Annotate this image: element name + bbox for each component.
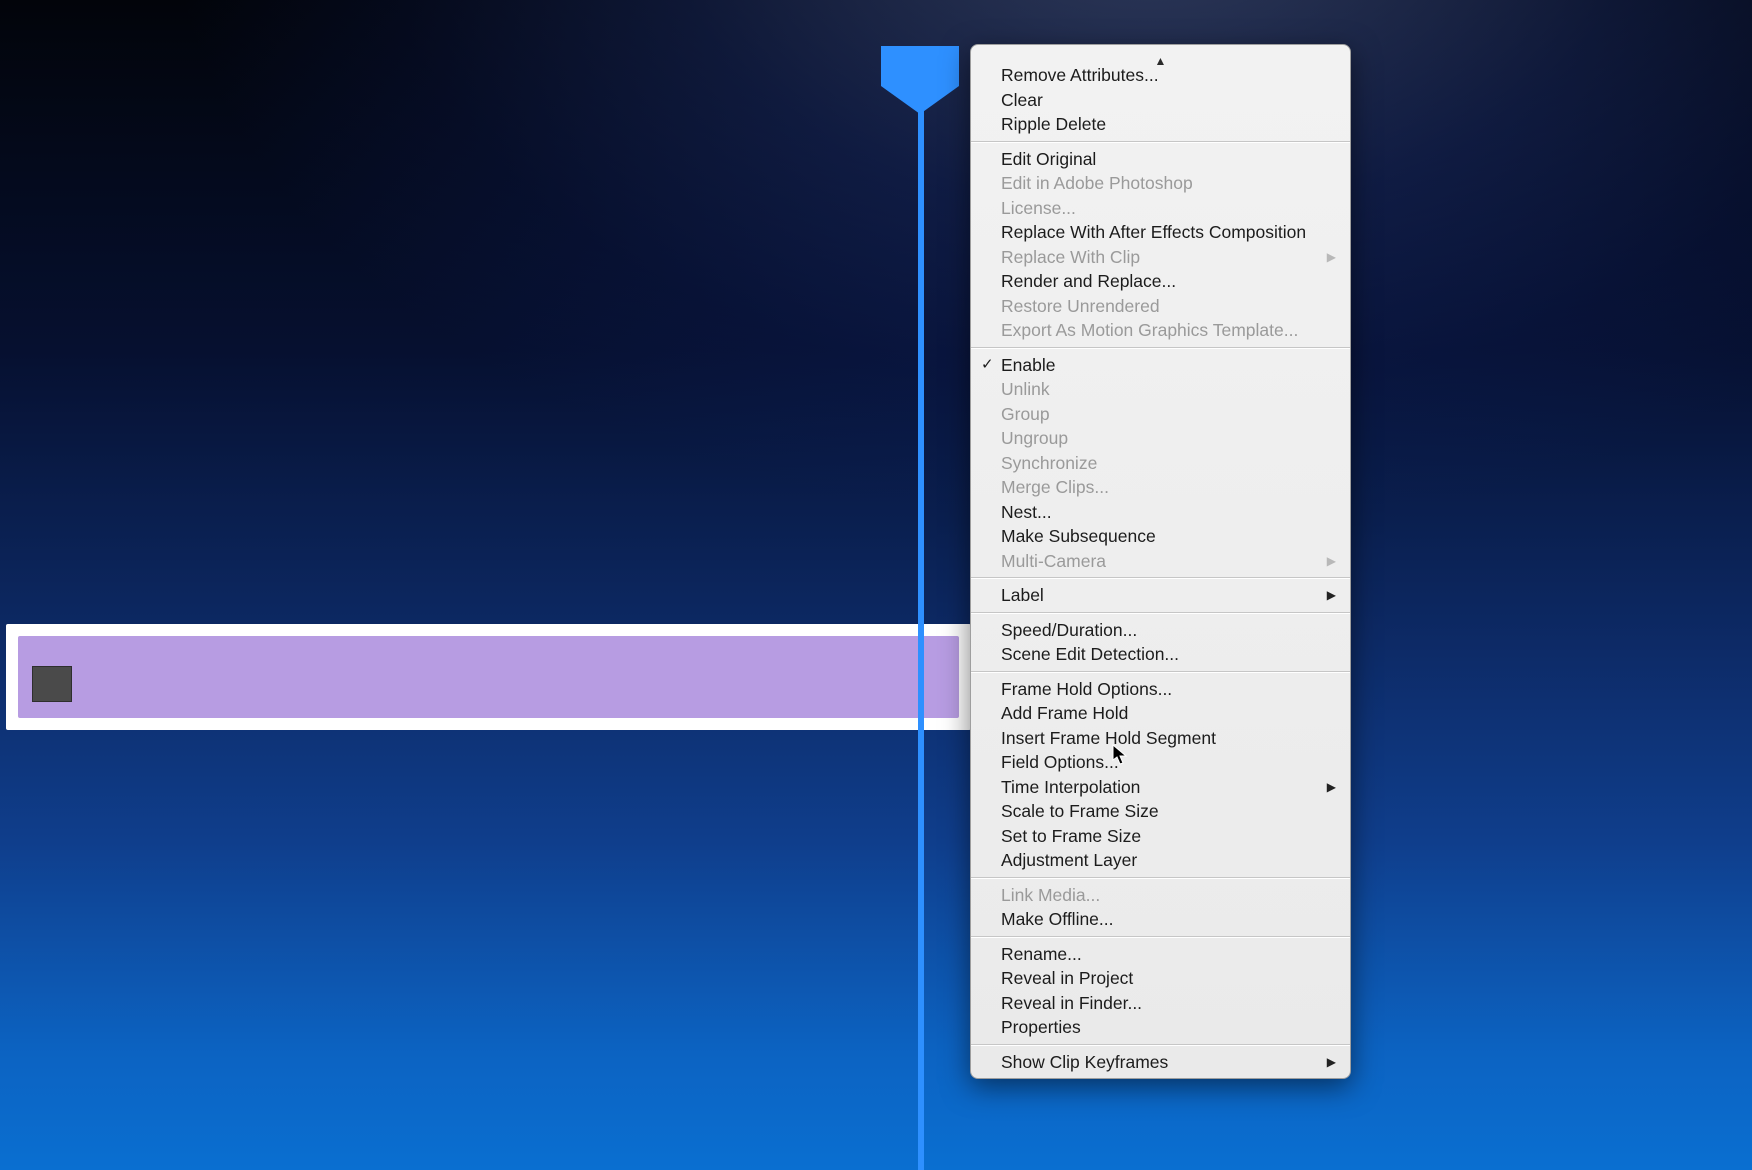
menu-item-edit-original[interactable]: Edit Original bbox=[971, 147, 1350, 172]
menu-item-label: Scale to Frame Size bbox=[1001, 799, 1159, 823]
menu-item-label: Synchronize bbox=[1001, 451, 1097, 475]
menu-item-insert-frame-hold-seg[interactable]: Insert Frame Hold Segment bbox=[971, 726, 1350, 751]
submenu-arrow-icon: ▶ bbox=[1327, 1050, 1336, 1074]
menu-item-label: Make Subsequence bbox=[1001, 524, 1156, 548]
menu-item-label[interactable]: Label ▶ bbox=[971, 583, 1350, 608]
playhead-line[interactable] bbox=[918, 98, 924, 1170]
menu-item-label: Unlink bbox=[1001, 377, 1050, 401]
menu-separator bbox=[971, 577, 1350, 579]
playhead-head[interactable] bbox=[879, 44, 961, 104]
menu-item-label: Time Interpolation bbox=[1001, 775, 1140, 799]
menu-separator bbox=[971, 936, 1350, 938]
menu-item-clear[interactable]: Clear bbox=[971, 88, 1350, 113]
menu-item-group: Group bbox=[971, 402, 1350, 427]
menu-item-unlink: Unlink bbox=[971, 377, 1350, 402]
menu-item-replace-ae[interactable]: Replace With After Effects Composition bbox=[971, 220, 1350, 245]
menu-item-remove-attributes[interactable]: Remove Attributes... bbox=[971, 63, 1350, 88]
menu-item-set-to-frame[interactable]: Set to Frame Size bbox=[971, 824, 1350, 849]
menu-separator bbox=[971, 141, 1350, 143]
checkmark-icon: ✓ bbox=[981, 353, 994, 377]
menu-item-label: License... bbox=[1001, 196, 1076, 220]
menu-item-link-media: Link Media... bbox=[971, 883, 1350, 908]
menu-item-label: Ripple Delete bbox=[1001, 112, 1106, 136]
menu-separator bbox=[971, 347, 1350, 349]
menu-item-label: Group bbox=[1001, 402, 1050, 426]
menu-item-edit-in-photoshop: Edit in Adobe Photoshop bbox=[971, 171, 1350, 196]
menu-item-label: Render and Replace... bbox=[1001, 269, 1176, 293]
menu-item-replace-clip: Replace With Clip ▶ bbox=[971, 245, 1350, 270]
menu-item-synchronize: Synchronize bbox=[971, 451, 1350, 476]
menu-item-make-subseq[interactable]: Make Subsequence bbox=[971, 524, 1350, 549]
menu-item-label: Enable bbox=[1001, 353, 1056, 377]
submenu-arrow-icon: ▶ bbox=[1327, 549, 1336, 573]
menu-item-nest[interactable]: Nest... bbox=[971, 500, 1350, 525]
menu-item-merge-clips: Merge Clips... bbox=[971, 475, 1350, 500]
menu-item-scale-to-frame[interactable]: Scale to Frame Size bbox=[971, 799, 1350, 824]
menu-item-label: Multi-Camera bbox=[1001, 549, 1106, 573]
menu-item-label: Rename... bbox=[1001, 942, 1082, 966]
menu-item-label: Scene Edit Detection... bbox=[1001, 642, 1179, 666]
menu-item-field-options[interactable]: Field Options... bbox=[971, 750, 1350, 775]
menu-item-ungroup: Ungroup bbox=[971, 426, 1350, 451]
menu-item-rename[interactable]: Rename... bbox=[971, 942, 1350, 967]
menu-separator bbox=[971, 1044, 1350, 1046]
menu-item-label: Reveal in Project bbox=[1001, 966, 1133, 990]
menu-scroll-up-icon[interactable]: ▲ bbox=[971, 49, 1350, 63]
menu-item-label: Edit Original bbox=[1001, 147, 1096, 171]
menu-item-enable[interactable]: ✓ Enable bbox=[971, 353, 1350, 378]
menu-item-export-mogrt: Export As Motion Graphics Template... bbox=[971, 318, 1350, 343]
menu-item-make-offline[interactable]: Make Offline... bbox=[971, 907, 1350, 932]
submenu-arrow-icon: ▶ bbox=[1327, 583, 1336, 607]
clip-thumbnail bbox=[32, 666, 72, 702]
menu-item-label: Replace With After Effects Composition bbox=[1001, 220, 1306, 244]
menu-item-label: Adjustment Layer bbox=[1001, 848, 1137, 872]
menu-item-label: Restore Unrendered bbox=[1001, 294, 1160, 318]
menu-item-label: Show Clip Keyframes bbox=[1001, 1050, 1168, 1074]
menu-item-label: Frame Hold Options... bbox=[1001, 677, 1172, 701]
menu-item-label: Add Frame Hold bbox=[1001, 701, 1128, 725]
menu-item-label: Set to Frame Size bbox=[1001, 824, 1141, 848]
menu-item-label: Clear bbox=[1001, 88, 1043, 112]
menu-item-label: Make Offline... bbox=[1001, 907, 1114, 931]
menu-item-show-clip-keyframes[interactable]: Show Clip Keyframes ▶ bbox=[971, 1050, 1350, 1075]
menu-item-time-interpolation[interactable]: Time Interpolation ▶ bbox=[971, 775, 1350, 800]
menu-item-label: Field Options... bbox=[1001, 750, 1119, 774]
program-monitor-background bbox=[0, 0, 1752, 1170]
submenu-arrow-icon: ▶ bbox=[1327, 775, 1336, 799]
menu-item-reveal-project[interactable]: Reveal in Project bbox=[971, 966, 1350, 991]
menu-item-label: Link Media... bbox=[1001, 883, 1100, 907]
menu-item-reveal-finder[interactable]: Reveal in Finder... bbox=[971, 991, 1350, 1016]
menu-item-multi-camera: Multi-Camera ▶ bbox=[971, 549, 1350, 574]
menu-item-license: License... bbox=[971, 196, 1350, 221]
timeline-clip[interactable] bbox=[18, 636, 959, 718]
menu-item-ripple-delete[interactable]: Ripple Delete bbox=[971, 112, 1350, 137]
menu-item-label: Speed/Duration... bbox=[1001, 618, 1137, 642]
menu-item-render-replace[interactable]: Render and Replace... bbox=[971, 269, 1350, 294]
menu-item-label: Export As Motion Graphics Template... bbox=[1001, 318, 1298, 342]
menu-item-label: Reveal in Finder... bbox=[1001, 991, 1142, 1015]
menu-item-properties[interactable]: Properties bbox=[971, 1015, 1350, 1040]
menu-item-label: Insert Frame Hold Segment bbox=[1001, 726, 1216, 750]
menu-separator bbox=[971, 612, 1350, 614]
menu-item-speed-duration[interactable]: Speed/Duration... bbox=[971, 618, 1350, 643]
menu-item-label: Label bbox=[1001, 583, 1044, 607]
menu-item-label: Remove Attributes... bbox=[1001, 63, 1159, 87]
menu-item-label: Nest... bbox=[1001, 500, 1052, 524]
menu-separator bbox=[971, 671, 1350, 673]
menu-item-adjustment-layer[interactable]: Adjustment Layer bbox=[971, 848, 1350, 873]
menu-item-restore-unrendered: Restore Unrendered bbox=[971, 294, 1350, 319]
clip-context-menu: ▲ Remove Attributes...ClearRipple Delete… bbox=[970, 44, 1351, 1079]
menu-separator bbox=[971, 877, 1350, 879]
menu-item-add-frame-hold[interactable]: Add Frame Hold bbox=[971, 701, 1350, 726]
menu-item-label: Merge Clips... bbox=[1001, 475, 1109, 499]
submenu-arrow-icon: ▶ bbox=[1327, 245, 1336, 269]
menu-item-frame-hold-options[interactable]: Frame Hold Options... bbox=[971, 677, 1350, 702]
menu-item-label: Edit in Adobe Photoshop bbox=[1001, 171, 1193, 195]
menu-item-label: Ungroup bbox=[1001, 426, 1068, 450]
menu-item-label: Replace With Clip bbox=[1001, 245, 1140, 269]
menu-item-label: Properties bbox=[1001, 1015, 1081, 1039]
menu-item-scene-edit-detect[interactable]: Scene Edit Detection... bbox=[971, 642, 1350, 667]
